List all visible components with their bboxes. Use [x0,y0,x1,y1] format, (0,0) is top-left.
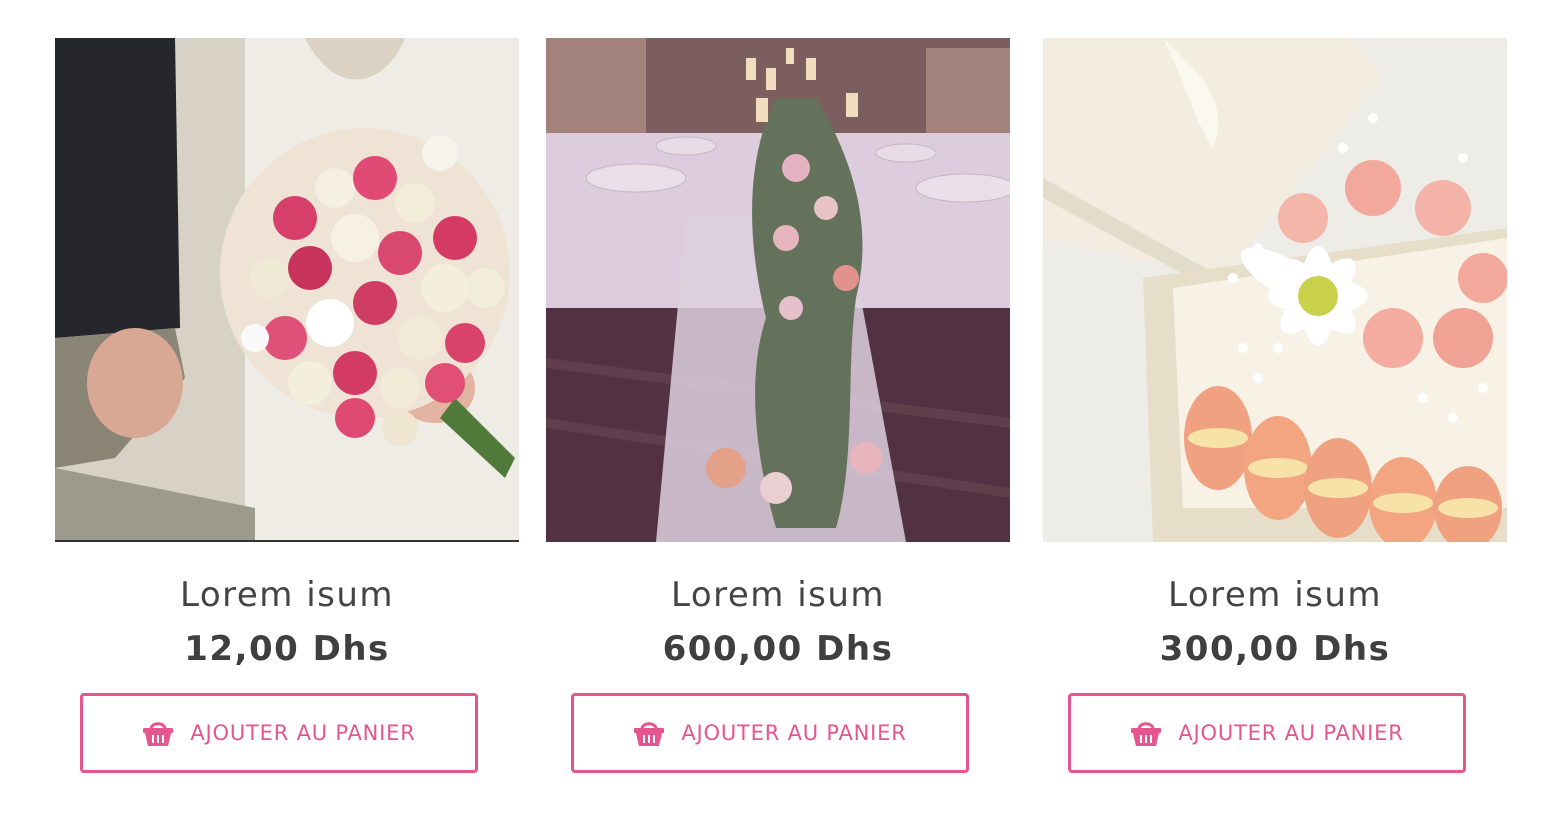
add-to-cart-button[interactable]: AJOUTER AU PANIER [80,693,478,773]
add-to-cart-label: AJOUTER AU PANIER [681,721,907,745]
add-to-cart-button[interactable]: AJOUTER AU PANIER [571,693,969,773]
product-name[interactable]: Lorem isum [546,575,1010,615]
product-card: Lorem isum 600,00 Dhs AJOUTER AU PANIER [546,38,1010,773]
product-image-bouquet[interactable] [55,38,519,542]
add-to-cart-label: AJOUTER AU PANIER [1178,721,1404,745]
add-to-cart-label: AJOUTER AU PANIER [190,721,416,745]
product-card: Lorem isum 12,00 Dhs AJOUTER AU PANIER [55,38,519,773]
basket-icon [1131,722,1162,746]
bridal-bouquet-photo [55,38,519,542]
flower-macaron-box-photo [1043,38,1507,542]
product-image-table[interactable] [546,38,1010,542]
basket-icon [143,722,174,746]
basket-icon [634,722,665,746]
product-price: 600,00 Dhs [662,629,894,669]
product-price: 12,00 Dhs [184,629,390,669]
product-image-box[interactable] [1043,38,1507,542]
add-to-cart-button[interactable]: AJOUTER AU PANIER [1068,693,1466,773]
product-name[interactable]: Lorem isum [55,575,519,615]
product-price: 300,00 Dhs [1159,629,1391,669]
product-card: Lorem isum 300,00 Dhs AJOUTER AU PANIER [1043,38,1507,773]
product-name[interactable]: Lorem isum [1043,575,1507,615]
wedding-table-photo [546,38,1010,542]
